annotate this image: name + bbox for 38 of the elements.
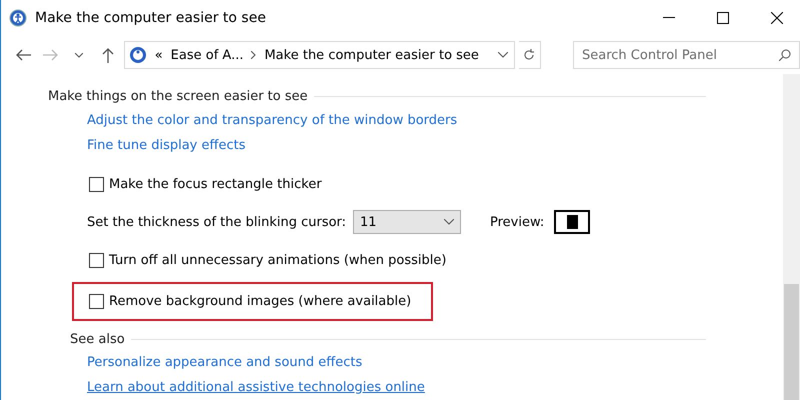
cursor-thickness-dropdown[interactable]: 11: [353, 210, 461, 234]
checkbox[interactable]: [89, 176, 104, 192]
breadcrumb[interactable]: Make the computer easier to see: [264, 48, 479, 62]
search-field[interactable]: Search Control Panel: [573, 41, 800, 69]
chevron-down-icon: [75, 52, 84, 58]
close-icon: [771, 12, 783, 24]
checkbox[interactable]: [89, 253, 104, 268]
minimize-icon: [663, 17, 675, 19]
section-heading: Make things on the screen easier to see: [48, 89, 308, 104]
section-heading: See also: [70, 332, 125, 347]
accessibility-icon: [128, 46, 147, 64]
refresh-icon: [523, 49, 536, 61]
address-bar[interactable]: « Ease of A... Make the computer easier to see: [124, 41, 515, 69]
checkbox[interactable]: [89, 294, 104, 310]
maximize-icon: [717, 12, 729, 24]
overflow-chevron[interactable]: «: [154, 48, 163, 62]
scrollbar[interactable]: [783, 74, 800, 400]
up-arrow-icon: [102, 47, 114, 63]
window-title: Make the computer easier to see: [35, 10, 267, 26]
cursor-preview: [554, 210, 590, 234]
refresh-button[interactable]: [518, 41, 541, 69]
checkbox-option[interactable]: Turn off all unnecessary animations (when possible): [89, 253, 446, 268]
related-link[interactable]: Personalize appearance and sound effects: [87, 350, 783, 376]
left-arrow-icon: [15, 49, 32, 61]
search-icon[interactable]: [779, 49, 791, 61]
chevron-down-icon: [444, 219, 454, 226]
cursor-thickness-label: Set the thickness of the blinking cursor:: [87, 214, 348, 230]
checkbox-option[interactable]: Make the focus rectangle thicker: [89, 176, 322, 192]
accessibility-icon: [9, 9, 27, 27]
related-link[interactable]: Learn about additional assistive technologies online: [87, 375, 783, 400]
dropdown-icon[interactable]: [498, 52, 508, 58]
preview-label: Preview:: [490, 214, 544, 230]
right-arrow-icon: [43, 49, 60, 61]
checkbox-option[interactable]: Remove background images (where available): [89, 294, 412, 310]
breadcrumb[interactable]: Ease of A...: [170, 48, 244, 62]
chevron-icon: [251, 51, 256, 59]
settings-link[interactable]: Fine tune display effects: [87, 132, 783, 158]
settings-link[interactable]: Adjust the color and transparency of the window borders: [87, 108, 783, 133]
